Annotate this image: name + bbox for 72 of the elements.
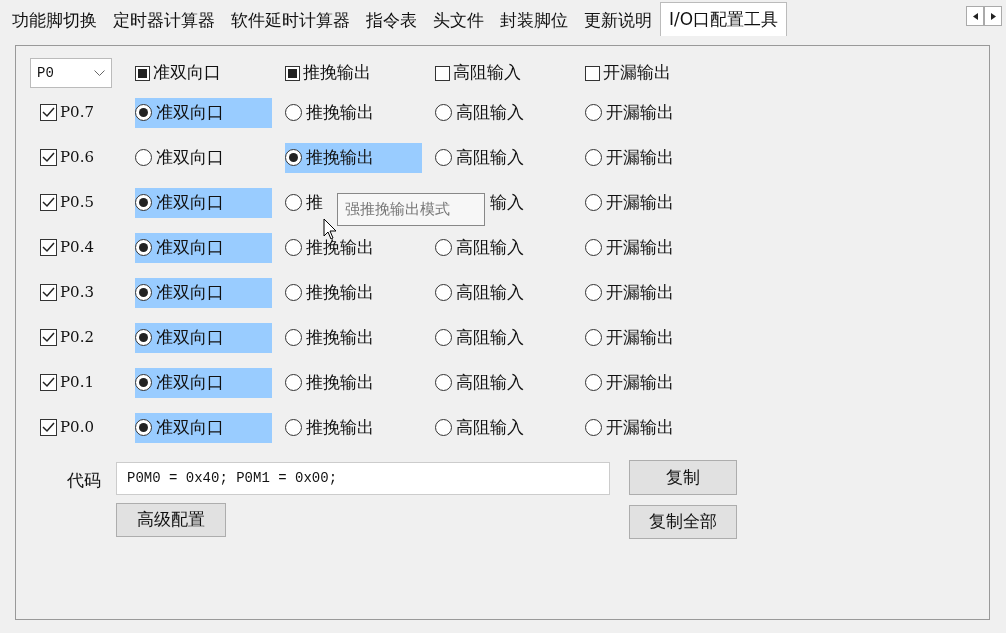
left-arrow-icon (972, 12, 978, 20)
mode-radio[interactable]: 推挽输出 (285, 367, 374, 398)
tab[interactable]: 软件延时计算器 (223, 6, 358, 36)
check-icon (42, 197, 55, 208)
mode-radio[interactable]: 开漏输出 (585, 277, 674, 308)
mode-radio[interactable]: 开漏输出 (585, 97, 674, 128)
tab[interactable]: 封装脚位 (492, 6, 576, 36)
mode-radio[interactable]: 开漏输出 (585, 367, 674, 398)
pin-checkbox[interactable]: P0.4 (30, 236, 135, 259)
mode-checkbox[interactable]: 高阻输入 (435, 60, 585, 86)
mode-radio[interactable]: 高阻输入 (435, 322, 524, 353)
mode-radio[interactable]: 准双向口 (135, 367, 272, 398)
pin-checkbox[interactable]: P0.2 (30, 326, 135, 349)
code-label: 代码 (66, 469, 102, 492)
tab[interactable]: 功能脚切换 (4, 6, 105, 36)
pin-checkbox[interactable]: P0.6 (30, 146, 135, 169)
mode-radio[interactable]: 开漏输出 (585, 187, 674, 218)
mode-radio[interactable]: 推挽输出 (285, 322, 374, 353)
mode-radio[interactable]: 推挽输出 (285, 412, 374, 443)
mode-checkbox[interactable]: 开漏输出 (585, 60, 735, 86)
check-icon (42, 287, 55, 298)
pin-checkbox[interactable]: P0.3 (30, 281, 135, 304)
pin-checkbox[interactable]: P0.0 (30, 416, 135, 439)
scroll-left-button[interactable] (966, 6, 984, 26)
scroll-right-button[interactable] (984, 6, 1002, 26)
mode-radio[interactable]: 开漏输出 (585, 322, 674, 353)
check-icon (42, 152, 55, 163)
dropdown-caret-icon (94, 70, 105, 76)
code-field[interactable]: P0M0 = 0x40; P0M1 = 0x00; (116, 462, 610, 495)
mode-radio[interactable]: 准双向口 (135, 322, 272, 353)
right-arrow-icon (990, 12, 996, 20)
mode-radio[interactable]: 推挽输出 (285, 97, 374, 128)
mode-radio[interactable]: 高阻输入 (435, 367, 524, 398)
mode-radio[interactable]: 推挽输出 (285, 232, 374, 263)
tab[interactable]: 头文件 (425, 6, 492, 36)
pin-checkbox[interactable]: P0.1 (30, 371, 135, 394)
mode-radio[interactable]: 高阻输入 (435, 412, 524, 443)
mode-radio[interactable]: 准双向口 (135, 97, 272, 128)
tooltip: 强推挽输出模式 (337, 193, 485, 226)
mode-radio[interactable]: 推挽输出 (285, 277, 374, 308)
mode-radio[interactable]: 准双向口 (135, 187, 272, 218)
port-dropdown[interactable]: P0 (30, 58, 112, 88)
tab[interactable]: 更新说明 (576, 6, 660, 36)
tab[interactable]: 指令表 (358, 6, 425, 36)
mode-radio[interactable]: 高阻输入 (435, 277, 524, 308)
mode-radio[interactable]: 准双向口 (135, 142, 224, 173)
mode-checkbox[interactable]: 推挽输出 (285, 60, 435, 86)
mode-radio[interactable]: 推 (285, 187, 323, 218)
mode-radio[interactable]: 高阻输入 (435, 97, 524, 128)
cursor-icon (323, 218, 337, 240)
mode-radio[interactable]: 高阻输入 (435, 142, 524, 173)
mode-radio[interactable]: 准双向口 (135, 412, 272, 443)
copy-all-button[interactable]: 复制全部 (629, 505, 737, 539)
mode-radio[interactable]: 开漏输出 (585, 142, 674, 173)
check-icon (42, 107, 55, 118)
mode-radio[interactable]: 准双向口 (135, 232, 272, 263)
mode-radio[interactable]: 准双向口 (135, 277, 272, 308)
copy-button[interactable]: 复制 (629, 460, 737, 495)
check-icon (42, 332, 55, 343)
check-icon (42, 377, 55, 388)
pin-checkbox[interactable]: P0.5 (30, 191, 135, 214)
advanced-config-button[interactable]: 高级配置 (116, 503, 226, 537)
pin-checkbox[interactable]: P0.7 (30, 101, 135, 124)
mode-radio[interactable]: 推挽输出 (285, 142, 422, 173)
tab[interactable]: 定时器计算器 (105, 6, 223, 36)
mode-radio[interactable]: 开漏输出 (585, 412, 674, 443)
tab[interactable]: I/O口配置工具 (660, 2, 788, 36)
check-icon (42, 422, 55, 433)
mode-radio[interactable]: 高阻输入 (435, 232, 524, 263)
mode-checkbox[interactable]: 准双向口 (135, 60, 285, 86)
check-icon (42, 242, 55, 253)
mode-radio[interactable]: 开漏输出 (585, 232, 674, 263)
